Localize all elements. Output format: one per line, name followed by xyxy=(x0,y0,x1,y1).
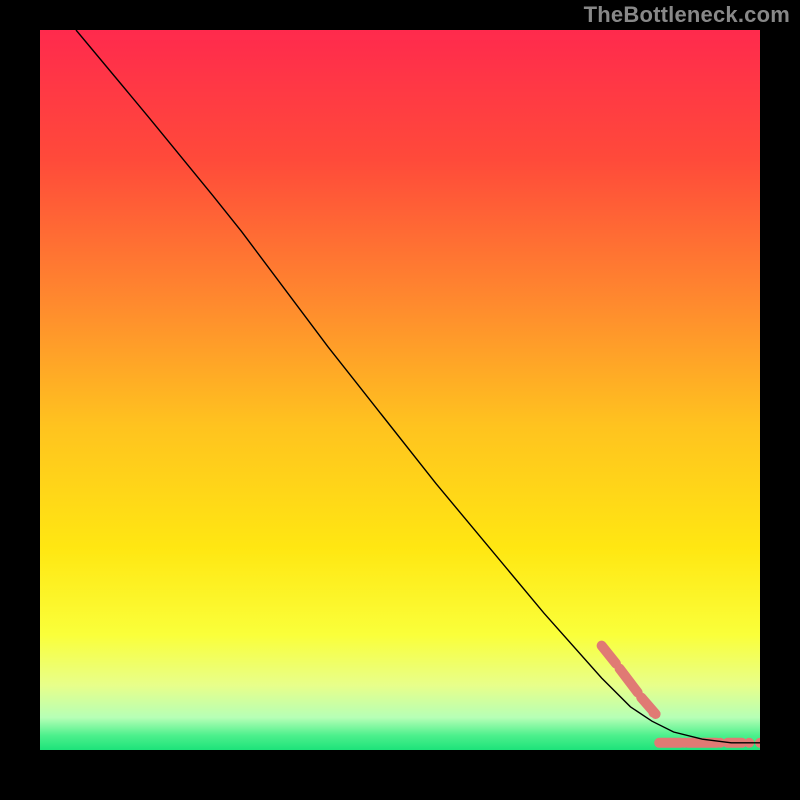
plot-svg xyxy=(40,30,760,750)
gradient-background xyxy=(40,30,760,750)
chart-frame: TheBottleneck.com xyxy=(0,0,800,800)
watermark-text: TheBottleneck.com xyxy=(584,2,790,28)
marker-dot xyxy=(715,738,725,748)
plot-area xyxy=(40,30,760,750)
marker-dot xyxy=(648,708,658,718)
marker-dot xyxy=(679,738,689,748)
